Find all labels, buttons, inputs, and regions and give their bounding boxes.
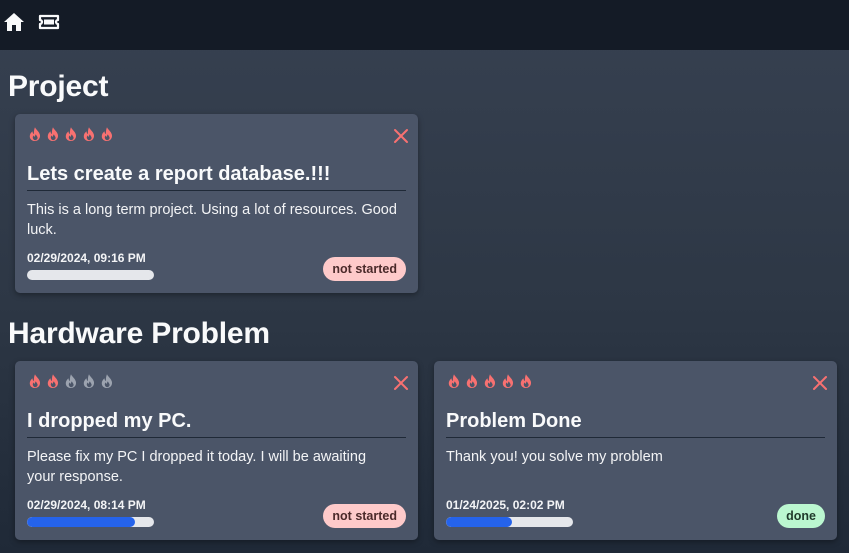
priority-flames	[27, 373, 115, 389]
progress-bar	[27, 517, 154, 527]
home-icon[interactable]	[2, 10, 26, 34]
ticket-date: 02/29/2024, 08:14 PM	[27, 498, 146, 512]
ticket-icon[interactable]	[37, 10, 61, 34]
close-icon[interactable]	[393, 128, 409, 144]
flame-icon-active	[448, 374, 460, 388]
flame-icon-active	[520, 374, 532, 388]
flame-icon-active	[29, 374, 41, 388]
ticket-card[interactable]: Problem Done Thank you! you solve my pro…	[434, 361, 837, 540]
ticket-card[interactable]: Lets create a report database.!!! This i…	[15, 114, 418, 293]
ticket-description: Please fix my PC I dropped it today. I w…	[27, 449, 367, 485]
priority-flames	[27, 126, 115, 142]
close-icon[interactable]	[812, 375, 828, 391]
ticket-card[interactable]: I dropped my PC. Please fix my PC I drop…	[15, 361, 418, 540]
flame-icon-active	[65, 127, 77, 141]
section-title-project: Project	[8, 70, 109, 103]
ticket-description: Thank you! you solve my problem	[446, 449, 663, 465]
status-badge: done	[777, 504, 825, 528]
section-title-hardware-problem: Hardware Problem	[8, 317, 270, 350]
progress-fill	[27, 517, 135, 527]
ticket-title: Lets create a report database.!!!	[27, 163, 406, 191]
flame-icon-inactive	[65, 374, 77, 388]
close-icon[interactable]	[393, 375, 409, 391]
flame-icon-active	[484, 374, 496, 388]
flame-icon-active	[502, 374, 514, 388]
flame-icon-active	[101, 127, 113, 141]
ticket-date: 02/29/2024, 09:16 PM	[27, 251, 146, 265]
progress-bar	[27, 270, 154, 280]
top-navigation-bar	[0, 0, 849, 50]
flame-icon-active	[47, 374, 59, 388]
flame-icon-active	[47, 127, 59, 141]
flame-icon-inactive	[83, 374, 95, 388]
ticket-date: 01/24/2025, 02:02 PM	[446, 498, 565, 512]
priority-flames	[446, 373, 534, 389]
status-badge: not started	[323, 504, 406, 528]
ticket-description: This is a long term project. Using a lot…	[27, 202, 397, 238]
ticket-title: I dropped my PC.	[27, 410, 406, 438]
flame-icon-active	[83, 127, 95, 141]
flame-icon-active	[29, 127, 41, 141]
progress-fill	[446, 517, 513, 527]
ticket-title: Problem Done	[446, 410, 825, 438]
flame-icon-active	[466, 374, 478, 388]
status-badge: not started	[323, 257, 406, 281]
flame-icon-inactive	[101, 374, 113, 388]
progress-bar	[446, 517, 573, 527]
